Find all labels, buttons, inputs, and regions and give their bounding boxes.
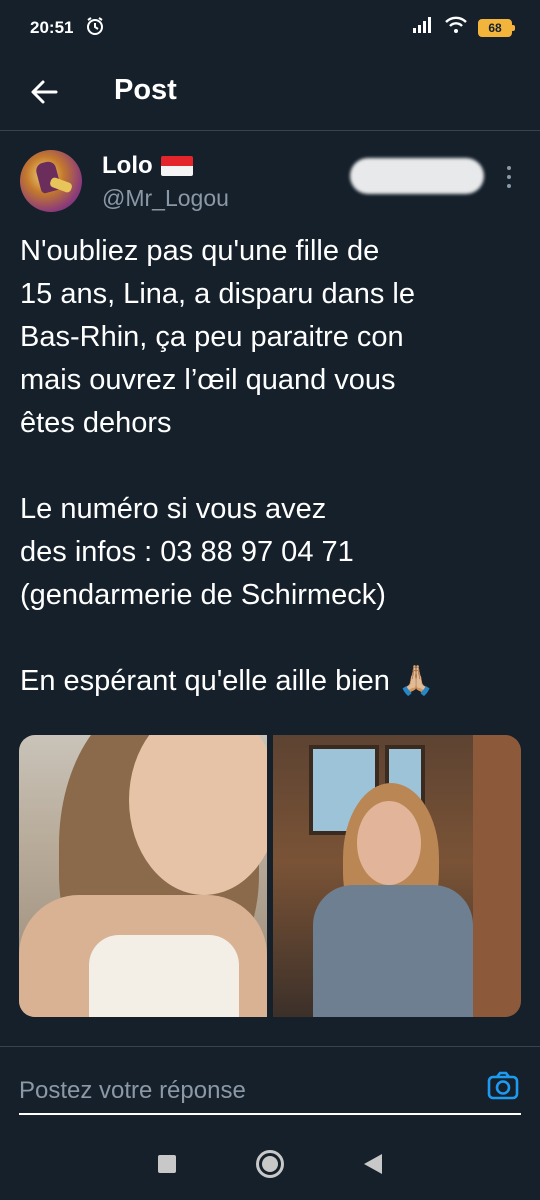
avatar[interactable] [20, 150, 82, 212]
author-name-row[interactable]: Lolo [102, 152, 193, 180]
monaco-flag-icon [160, 156, 193, 176]
page-title: Post [114, 74, 177, 106]
more-options-icon[interactable] [500, 162, 518, 192]
tweet-photo-2[interactable] [273, 735, 521, 1017]
clock: 20:51 [30, 18, 74, 37]
app-header: Post [0, 56, 540, 131]
reply-bar [0, 1046, 540, 1128]
display-name[interactable]: Lolo [102, 152, 153, 180]
wifi-icon [444, 16, 468, 39]
tweet-paragraph-1: N'oubliez pas qu'une fille de 15 ans, Li… [20, 235, 415, 439]
tweet-paragraph-3: En espérant qu'elle aille bien 🙏🏼 [20, 665, 435, 697]
tweet-media-grid [19, 735, 521, 1017]
user-handle[interactable]: @Mr_Logou [102, 185, 229, 212]
battery-icon: 68 [478, 18, 515, 37]
tweet-text: N'oubliez pas qu'une fille de 15 ans, Li… [20, 230, 520, 703]
recent-apps-icon[interactable] [158, 1155, 176, 1173]
signal-icon [412, 16, 434, 39]
status-indicators: 68 [412, 16, 515, 39]
camera-icon[interactable] [486, 1069, 520, 1103]
arrow-left-icon [31, 80, 58, 104]
alarm-icon [85, 16, 105, 41]
reply-input[interactable] [19, 1069, 521, 1115]
tweet-photo-1[interactable] [19, 735, 267, 1017]
back-triangle-icon[interactable] [364, 1154, 382, 1174]
system-nav-bar [0, 1128, 540, 1200]
back-button[interactable] [26, 74, 62, 110]
home-icon[interactable] [256, 1150, 284, 1178]
follow-button[interactable] [350, 158, 484, 194]
tweet-paragraph-2: Le numéro si vous avez des infos : 03 88… [20, 493, 386, 611]
status-bar: 20:51 68 [0, 0, 540, 56]
